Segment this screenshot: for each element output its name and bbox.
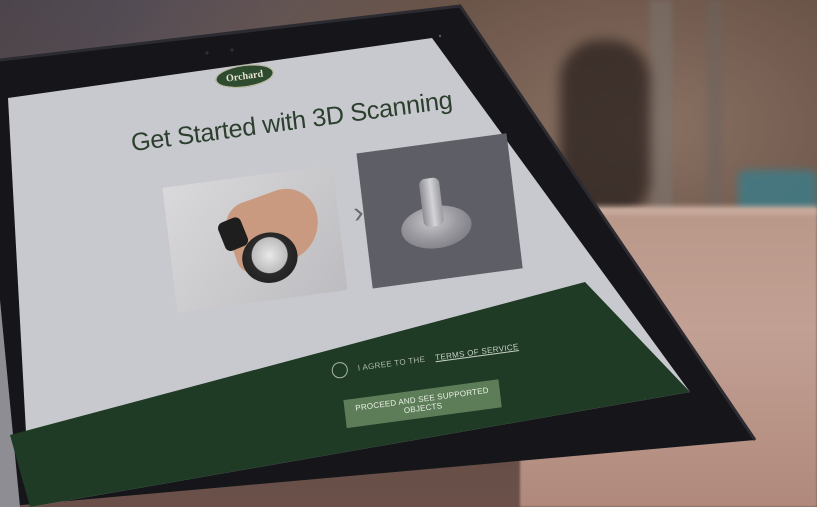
orchard-logo: Orchard bbox=[214, 61, 275, 92]
3d-model-preview bbox=[356, 133, 523, 289]
app-screen: Orchard Get Started with 3D Scanning › I… bbox=[44, 17, 627, 450]
agree-label: I AGREE TO THE bbox=[357, 354, 426, 373]
product-photo bbox=[162, 164, 348, 313]
radio-unchecked-icon[interactable] bbox=[330, 361, 349, 380]
terms-agreement-row: I AGREE TO THE TERMS OF SERVICE bbox=[330, 336, 520, 381]
terms-of-service-link[interactable]: TERMS OF SERVICE bbox=[435, 342, 519, 362]
model-knob-shape bbox=[418, 176, 445, 228]
